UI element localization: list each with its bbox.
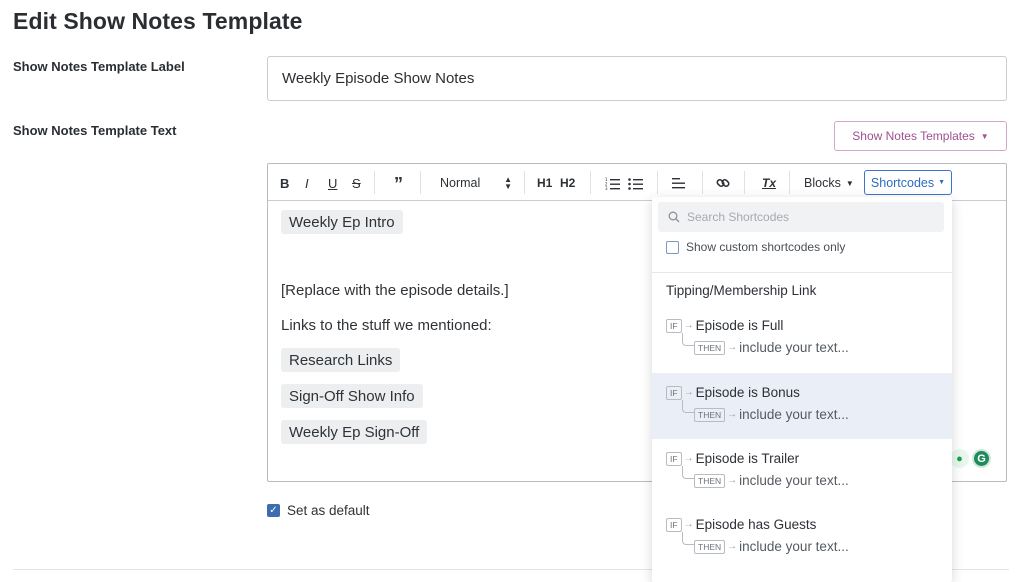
custom-only-checkbox[interactable]: Show custom shortcodes only	[666, 240, 845, 254]
condition-label: Episode is Trailer	[695, 451, 800, 466]
heading-2-button[interactable]: H2	[560, 174, 575, 192]
clear-format-button[interactable]: Tx	[762, 174, 776, 192]
elbow-connector	[682, 532, 694, 545]
underline-button[interactable]: U	[328, 174, 337, 192]
show-notes-templates-label: Show Notes Templates	[852, 129, 975, 143]
template-label-label: Show Notes Template Label	[13, 59, 185, 74]
page-title: Edit Show Notes Template	[13, 8, 303, 34]
shortcode-chip[interactable]: Weekly Ep Intro	[281, 210, 403, 234]
elbow-connector	[682, 466, 694, 479]
heading-1-button[interactable]: H1	[537, 174, 552, 192]
arrow-right-icon: →	[727, 342, 738, 353]
updown-arrows-icon: ▲ ▼	[504, 175, 512, 191]
grammarly-icon[interactable]: G	[972, 449, 991, 468]
shortcode-chip[interactable]: Sign-Off Show Info	[281, 384, 423, 408]
if-tag: IF	[666, 451, 682, 466]
italic-button[interactable]: I	[305, 174, 309, 192]
tb-sep-2	[420, 171, 421, 194]
shortcodes-dropdown-button[interactable]: Shortcodes ▼	[864, 170, 952, 195]
arrow-right-icon: →	[727, 475, 738, 486]
then-text: include your text...	[739, 407, 849, 422]
if-tag: IF	[666, 385, 682, 400]
then-tag: THEN	[694, 407, 726, 422]
conditional-item-guests[interactable]: IF → Episode has Guests THEN → include y…	[652, 505, 952, 571]
conditional-item-bonus[interactable]: IF → Episode is Bonus THEN → include you…	[652, 373, 952, 439]
shortcode-search-input[interactable]: Search Shortcodes	[658, 202, 944, 232]
then-text: include your text...	[739, 473, 849, 488]
arrow-right-icon: →	[683, 519, 694, 530]
text-line: Links to the stuff we mentioned:	[281, 317, 492, 334]
align-icon[interactable]	[672, 174, 685, 192]
then-tag: THEN	[694, 539, 726, 554]
condition-label: Episode has Guests	[695, 517, 817, 532]
conditional-item-trailer[interactable]: IF → Episode is Trailer THEN → include y…	[652, 439, 952, 505]
condition-label: Episode is Bonus	[695, 385, 800, 400]
caret-down-icon: ▼	[938, 179, 946, 186]
if-tag: IF	[666, 318, 682, 333]
set-default-label: Set as default	[287, 503, 370, 518]
then-tag: THEN	[694, 473, 726, 488]
shortcode-item-tipping[interactable]: Tipping/Membership Link	[652, 277, 952, 303]
arrow-right-icon: →	[727, 541, 738, 552]
tb-sep-3	[524, 171, 525, 194]
checkbox-checked-icon[interactable]: ✓	[267, 504, 280, 517]
shortcode-chip[interactable]: Research Links	[281, 348, 401, 372]
search-icon	[668, 211, 680, 223]
set-default-row[interactable]: ✓ Set as default	[267, 503, 370, 518]
tb-sep-6	[702, 171, 703, 194]
shortcode-item-label: Tipping/Membership Link	[666, 282, 817, 298]
arrow-right-icon: →	[727, 409, 738, 420]
format-select[interactable]: Normal ▲ ▼	[440, 174, 512, 192]
link-icon[interactable]	[716, 174, 730, 192]
condition-label: Episode is Full	[695, 318, 784, 333]
arrow-right-icon: →	[683, 320, 694, 331]
arrow-right-icon: →	[683, 387, 694, 398]
ordered-list-icon[interactable]: 123	[605, 174, 620, 192]
elbow-connector	[682, 400, 694, 413]
svg-text:3: 3	[605, 186, 608, 190]
show-notes-templates-button[interactable]: Show Notes Templates ▼	[834, 121, 1007, 151]
tb-sep-7	[744, 171, 745, 194]
if-tag: IF	[666, 517, 682, 532]
search-placeholder: Search Shortcodes	[687, 210, 790, 224]
tb-sep-5	[657, 171, 658, 194]
checkbox-empty-icon[interactable]	[666, 240, 679, 254]
then-text: include your text...	[739, 539, 849, 554]
arrow-right-icon: →	[683, 453, 694, 464]
shortcode-chip[interactable]: Weekly Ep Sign-Off	[281, 420, 428, 444]
template-label-value: Weekly Episode Show Notes	[282, 70, 475, 87]
template-label-input[interactable]: Weekly Episode Show Notes	[267, 56, 1007, 101]
template-text-label: Show Notes Template Text	[13, 123, 177, 138]
bulb-icon[interactable]: ●	[950, 449, 969, 468]
text-line: [Replace with the episode details.]	[281, 282, 509, 299]
tb-sep-4	[590, 171, 591, 194]
bullet-list-icon[interactable]	[628, 174, 643, 192]
grammarly-widget[interactable]: ● G	[950, 449, 991, 468]
shortcodes-label: Shortcodes	[870, 175, 935, 190]
caret-down-icon: ▼	[845, 178, 854, 188]
editor-toolbar: B I U S ” Normal ▲ ▼ H1 H2 123 Tx Blocks…	[268, 164, 1006, 201]
conditional-item-full[interactable]: IF → Episode is Full THEN → include your…	[652, 306, 952, 372]
then-text: include your text...	[739, 340, 849, 355]
then-tag: THEN	[694, 340, 726, 355]
dropdown-divider	[652, 272, 952, 273]
blockquote-button[interactable]: ”	[394, 174, 403, 194]
custom-only-label: Show custom shortcodes only	[686, 240, 846, 254]
strikethrough-button[interactable]: S	[352, 174, 361, 192]
shortcodes-dropdown-menu: Search Shortcodes Show custom shortcodes…	[652, 197, 952, 582]
tb-sep-1	[374, 171, 375, 194]
bold-button[interactable]: B	[280, 174, 289, 192]
tb-sep-8	[789, 171, 790, 194]
blocks-dropdown[interactable]: Blocks ▼	[804, 174, 854, 192]
caret-down-icon: ▼	[980, 131, 989, 141]
format-select-value: Normal	[440, 176, 481, 190]
blocks-label: Blocks	[804, 176, 841, 190]
elbow-connector	[682, 333, 694, 346]
